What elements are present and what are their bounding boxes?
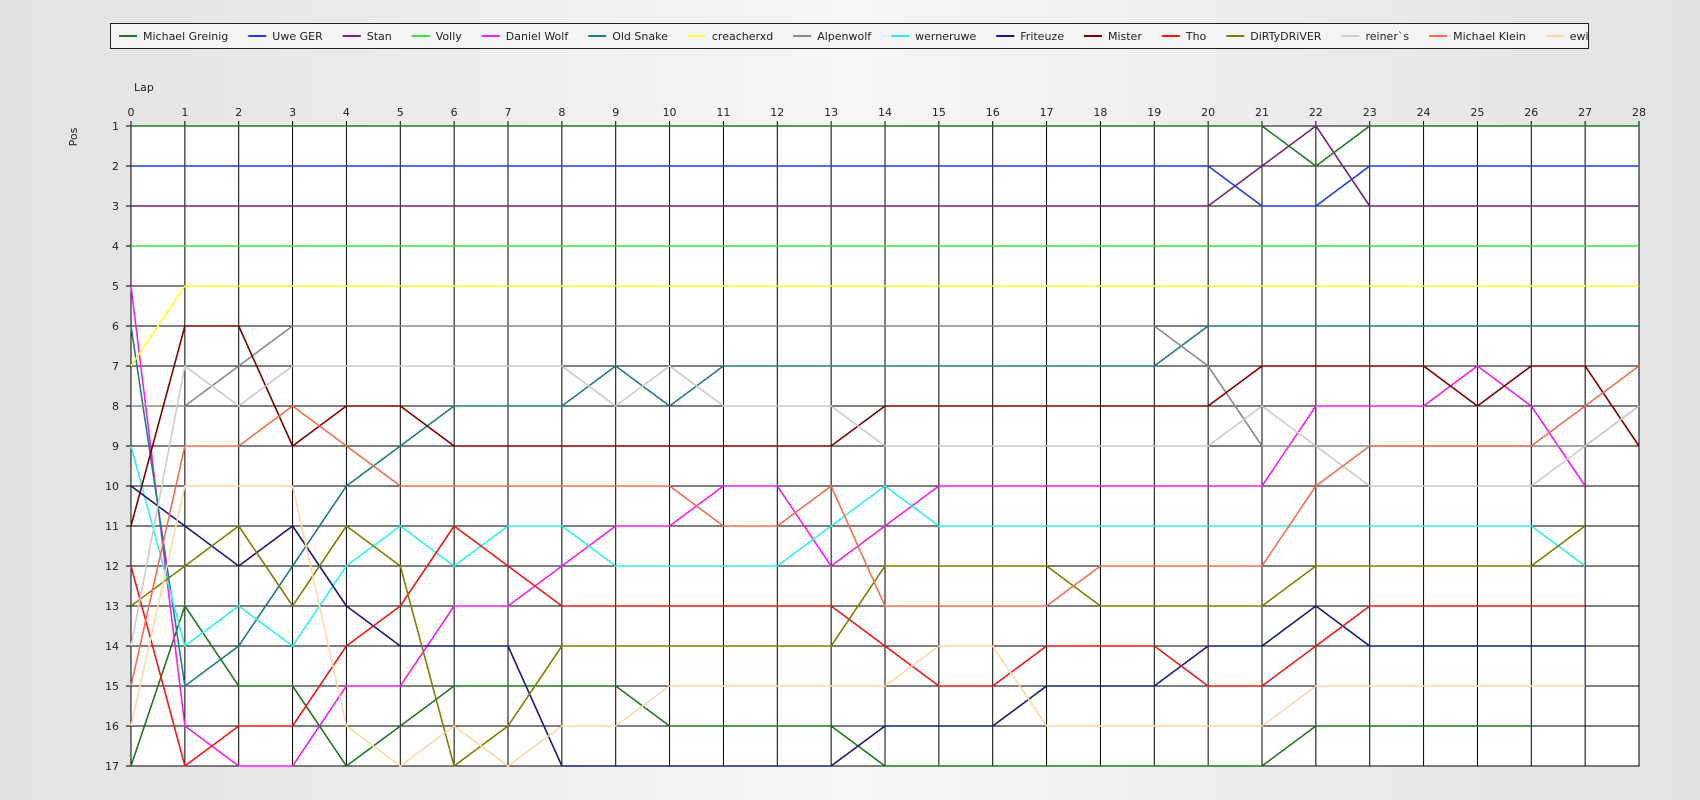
x-tick-label: 4 xyxy=(343,106,350,119)
y-tick-label: 16 xyxy=(105,720,119,733)
y-tick-label: 17 xyxy=(105,760,119,773)
x-tick-label: 12 xyxy=(770,106,784,119)
x-tick-label: 3 xyxy=(289,106,296,119)
x-tick-label: 15 xyxy=(932,106,946,119)
x-tick-label: 11 xyxy=(716,106,730,119)
y-tick-label: 12 xyxy=(105,560,119,573)
y-tick-label: 9 xyxy=(112,440,119,453)
y-tick-label: 15 xyxy=(105,680,119,693)
x-tick-label: 19 xyxy=(1147,106,1161,119)
x-tick-label: 23 xyxy=(1363,106,1377,119)
x-tick-label: 28 xyxy=(1632,106,1646,119)
y-tick-label: 4 xyxy=(112,240,119,253)
x-tick-label: 24 xyxy=(1417,106,1431,119)
x-tick-label: 13 xyxy=(824,106,838,119)
x-tick-label: 27 xyxy=(1578,106,1592,119)
x-tick-label: 2 xyxy=(235,106,242,119)
x-tick-label: 5 xyxy=(397,106,404,119)
x-tick-label: 7 xyxy=(505,106,512,119)
x-axis-label: Lap xyxy=(134,81,154,94)
x-tick-label: 20 xyxy=(1201,106,1215,119)
x-tick-label: 9 xyxy=(612,106,619,119)
x-tick-label: 22 xyxy=(1309,106,1323,119)
y-tick-label: 13 xyxy=(105,600,119,613)
y-tick-label: 3 xyxy=(112,200,119,213)
x-tick-label: 17 xyxy=(1040,106,1054,119)
y-tick-label: 1 xyxy=(112,120,119,133)
y-tick-label: 8 xyxy=(112,400,119,413)
y-tick-label: 14 xyxy=(105,640,119,653)
y-tick-label: 6 xyxy=(112,320,119,333)
x-tick-label: 10 xyxy=(663,106,677,119)
lap-chart: 0 1 2 3 4 5 6 7 8 9 10 11 12 13 14 15 16 17 18 19 20 21 22 23 24… xyxy=(67,81,1646,773)
x-tick-label: 1 xyxy=(181,106,188,119)
x-tick-label: 0 xyxy=(128,106,135,119)
y-tick-label: 11 xyxy=(105,520,119,533)
y-tick-label: 10 xyxy=(105,480,119,493)
x-tick-label: 26 xyxy=(1524,106,1538,119)
x-tick-label: 6 xyxy=(451,106,458,119)
x-tick-label: 25 xyxy=(1470,106,1484,119)
x-tick-label: 16 xyxy=(986,106,1000,119)
y-axis-label: Pos xyxy=(67,127,80,146)
y-tick-label: 7 xyxy=(112,360,119,373)
y-tick-label: 5 xyxy=(112,280,119,293)
x-tick-label: 14 xyxy=(878,106,892,119)
x-tick-label: 18 xyxy=(1093,106,1107,119)
x-tick-label: 21 xyxy=(1255,106,1269,119)
y-tick-label: 2 xyxy=(112,160,119,173)
x-tick-label: 8 xyxy=(558,106,565,119)
